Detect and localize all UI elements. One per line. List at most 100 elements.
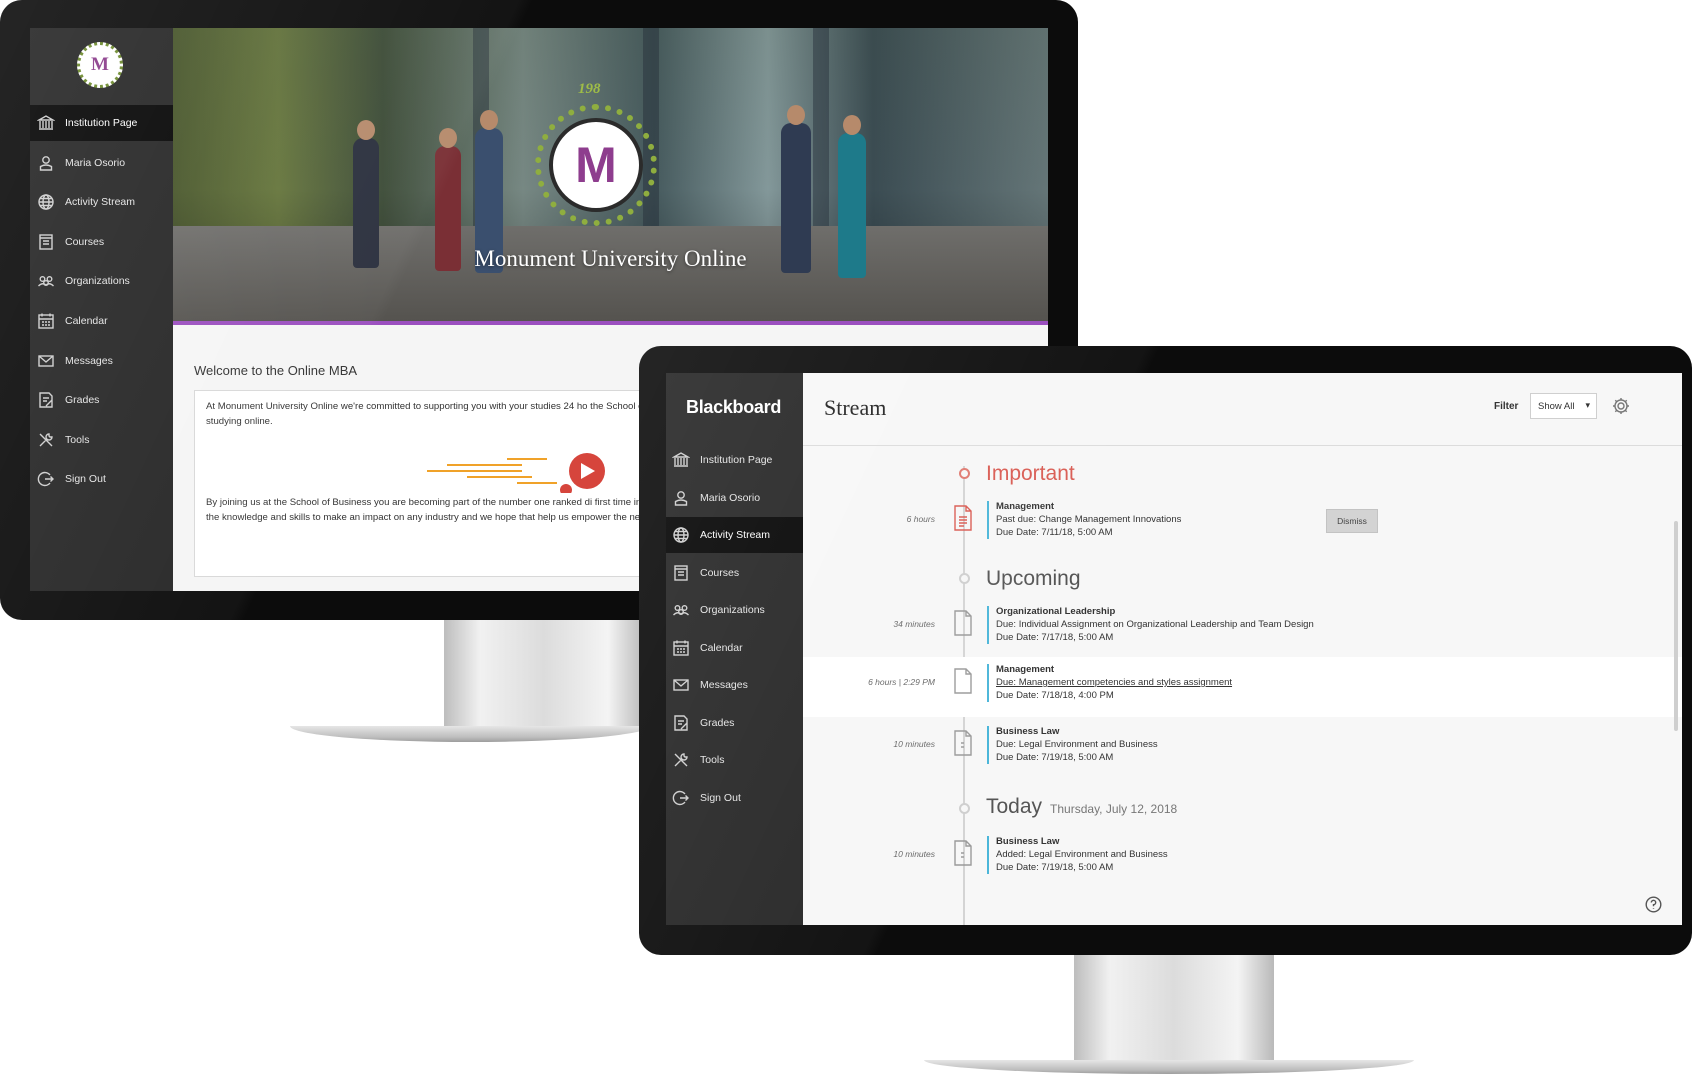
item-assignment-link[interactable]: Due: Management competencies and styles … [996,676,1232,689]
sidebar-item-label: Maria Osorio [65,156,126,169]
calendar-icon [671,638,691,658]
help-icon[interactable] [1645,896,1662,913]
sidebar-item-grades[interactable]: Grades [666,705,803,741]
user-icon [671,488,691,508]
courses-icon [671,563,691,583]
organizations-icon [671,600,691,620]
sign-out-icon [36,469,56,489]
sidebar-item-label: Sign Out [700,791,741,804]
university-logo[interactable]: M [77,42,123,88]
item-details: Business Law Due: Legal Environment and … [996,725,1158,764]
sidebar-item-label: Messages [65,354,113,367]
grades-icon [671,713,691,733]
item-course: Business Law [996,836,1060,847]
globe-icon [671,525,691,545]
sidebar-item-tools[interactable]: Tools [30,422,173,458]
sidebar-nav: Institution Page Maria Osorio Activity S… [666,442,803,817]
sidebar-item-sign-out[interactable]: Sign Out [666,780,803,816]
sidebar-item-label: Calendar [65,314,108,327]
item-due-date: Due Date: 7/19/18, 5:00 AM [996,862,1114,873]
item-time: 6 hours | 2:29 PM [868,677,935,687]
tools-icon [36,430,56,450]
sidebar-item-label: Tools [700,754,725,766]
timeline-dot [959,468,970,479]
item-description: Due: Individual Assignment on Organizati… [996,619,1314,630]
item-course: Organizational Leadership [996,606,1116,617]
stream-item[interactable]: 6 hours | 2:29 PM Management Due: Manage… [803,657,1682,717]
sidebar-item-institution-page[interactable]: Institution Page [30,105,173,141]
item-details: Organizational Leadership Due: Individua… [996,605,1314,644]
sidebar-item-label: Tools [65,433,90,446]
stream-item[interactable]: 6 hours Management Past due: Change Mana… [803,494,1682,554]
sidebar-item-label: Activity Stream [65,196,136,209]
dismiss-button[interactable]: Dismiss [1326,509,1378,533]
item-course: Business Law [996,726,1060,737]
filter-select[interactable]: Show All ▾ [1530,393,1597,419]
sidebar-item-profile[interactable]: Maria Osorio [666,480,803,516]
brand-logo[interactable]: Blackboard [686,397,781,418]
document-icon [952,730,974,756]
item-description: Added: Legal Environment and Business [996,849,1168,860]
sidebar-item-label: Maria Osorio [700,491,761,504]
sidebar-item-institution-page[interactable]: Institution Page [666,442,803,478]
calendar-icon [36,311,56,331]
filter-value: Show All [1538,401,1575,412]
timeline-dot [959,573,970,584]
sidebar-item-activity-stream[interactable]: Activity Stream [666,517,803,553]
sidebar-item-label: Calendar [700,641,743,654]
stream-item[interactable]: 34 minutes Organizational Leadership Due… [803,599,1682,659]
courses-icon [36,232,56,252]
sidebar-item-calendar[interactable]: Calendar [666,630,803,666]
front-monitor: Blackboard Institution Page Maria Osorio… [639,346,1692,955]
activity-stream-screen: Blackboard Institution Page Maria Osorio… [666,373,1682,925]
sidebar-item-sign-out[interactable]: Sign Out [30,461,173,497]
item-details: Business Law Added: Legal Environment an… [996,835,1168,874]
sidebar-item-courses[interactable]: Courses [666,555,803,591]
stream-item[interactable]: 10 minutes Business Law Due: Legal Envir… [803,719,1682,779]
item-accent-bar [987,664,989,702]
sidebar-nav: Institution Page Maria Osorio Activity S… [30,105,173,501]
stream-item[interactable]: 10 minutes Business Law Added: Legal Env… [803,829,1682,889]
hero-ground [173,226,1048,321]
monitor-stand-neck [444,620,644,730]
item-accent-bar [987,501,989,539]
sidebar-item-organizations[interactable]: Organizations [30,263,173,299]
item-accent-bar [987,726,989,764]
sidebar-item-messages[interactable]: Messages [666,667,803,703]
sidebar-item-courses[interactable]: Courses [30,224,173,260]
sidebar-item-messages[interactable]: Messages [30,343,173,379]
filter-label: Filter [1494,401,1519,412]
institution-icon [36,113,56,133]
section-title-important: Important [986,462,1075,485]
envelope-icon [671,675,691,695]
sidebar-item-label: Organizations [700,604,765,616]
sidebar-item-grades[interactable]: Grades [30,382,173,418]
item-time: 6 hours [906,514,935,524]
sidebar-item-label: Sign Out [65,473,106,486]
crest-emblem: M [549,118,643,212]
sidebar-item-activity-stream[interactable]: Activity Stream [30,184,173,220]
video-promo-graphic[interactable] [427,449,627,493]
item-description: Due: Legal Environment and Business [996,739,1158,750]
item-due-date: Due Date: 7/19/18, 5:00 AM [996,752,1114,763]
document-icon [952,840,974,866]
sidebar-item-organizations[interactable]: Organizations [666,592,803,628]
welcome-heading: Welcome to the Online MBA [194,363,358,378]
sidebar-item-profile[interactable]: Maria Osorio [30,145,173,181]
hero-banner: 198 M Monument University Online [173,28,1048,321]
sidebar-item-label: Courses [65,235,105,248]
user-icon [36,153,56,173]
item-time: 10 minutes [893,849,935,859]
item-course: Management [996,664,1055,675]
document-icon [952,505,974,531]
gear-icon[interactable] [1611,396,1631,416]
sign-out-icon [671,788,691,808]
sidebar-item-calendar[interactable]: Calendar [30,303,173,339]
item-accent-bar [987,836,989,874]
sidebar-item-label: Messages [700,679,748,691]
item-details: Management Due: Management competencies … [996,663,1232,702]
sidebar-item-tools[interactable]: Tools [666,742,803,778]
scrollbar[interactable] [1674,521,1678,731]
monitor-stand-base [924,1060,1414,1074]
sidebar-item-label: Grades [65,394,100,407]
